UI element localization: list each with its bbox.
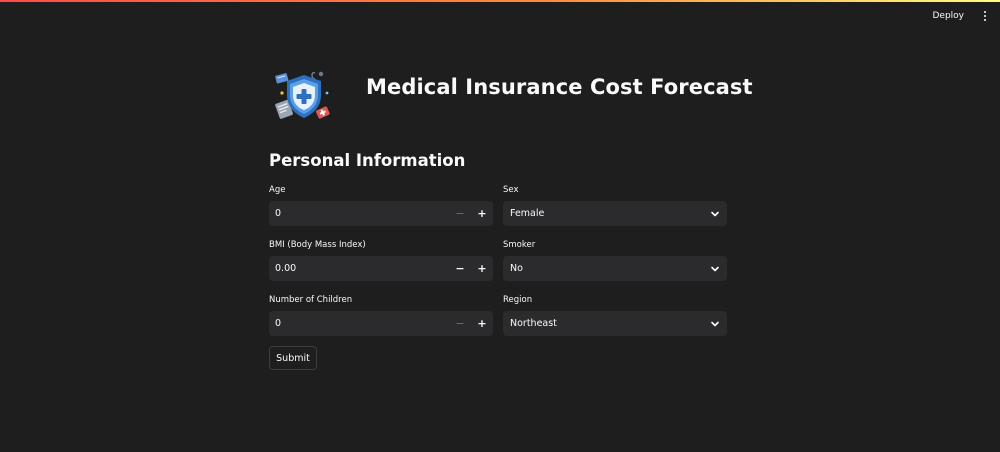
medical-insurance-shield-icon: [275, 71, 330, 119]
sex-selected-value: Female: [510, 208, 545, 219]
chevron-down-icon: [703, 201, 727, 226]
submit-button[interactable]: Submit: [269, 346, 317, 370]
age-input[interactable]: 0 − +: [269, 201, 493, 226]
smoker-selected-value: No: [510, 263, 523, 274]
bmi-label: BMI (Body Mass Index): [269, 240, 366, 250]
children-value[interactable]: 0: [269, 318, 449, 329]
children-increment-button[interactable]: +: [471, 311, 493, 336]
bmi-value[interactable]: 0.00: [269, 263, 449, 274]
children-decrement-button[interactable]: −: [449, 311, 471, 336]
menu-dot-icon: [984, 19, 986, 21]
title-row: Medical Insurance Cost Forecast: [269, 60, 753, 130]
app-header: Deploy: [0, 2, 1000, 32]
smoker-select[interactable]: No: [503, 256, 727, 281]
page-title: Medical Insurance Cost Forecast: [366, 75, 753, 99]
smoker-label: Smoker: [503, 240, 536, 250]
age-increment-button[interactable]: +: [471, 201, 493, 226]
age-value[interactable]: 0: [269, 208, 449, 219]
sex-label: Sex: [503, 185, 519, 195]
bmi-input[interactable]: 0.00 − +: [269, 256, 493, 281]
children-input[interactable]: 0 − +: [269, 311, 493, 336]
menu-dot-icon: [984, 11, 986, 13]
menu-dot-icon: [984, 15, 986, 17]
sex-select[interactable]: Female: [503, 201, 727, 226]
chevron-down-icon: [703, 256, 727, 281]
age-decrement-button[interactable]: −: [449, 201, 471, 226]
children-label: Number of Children: [269, 295, 353, 305]
section-title: Personal Information: [269, 151, 466, 170]
deploy-button[interactable]: Deploy: [928, 9, 968, 23]
bmi-decrement-button[interactable]: −: [449, 256, 471, 281]
region-select[interactable]: Northeast: [503, 311, 727, 336]
chevron-down-icon: [703, 311, 727, 336]
main-menu-button[interactable]: [978, 8, 992, 24]
region-selected-value: Northeast: [510, 318, 557, 329]
bmi-increment-button[interactable]: +: [471, 256, 493, 281]
region-label: Region: [503, 295, 533, 305]
age-label: Age: [269, 185, 286, 195]
